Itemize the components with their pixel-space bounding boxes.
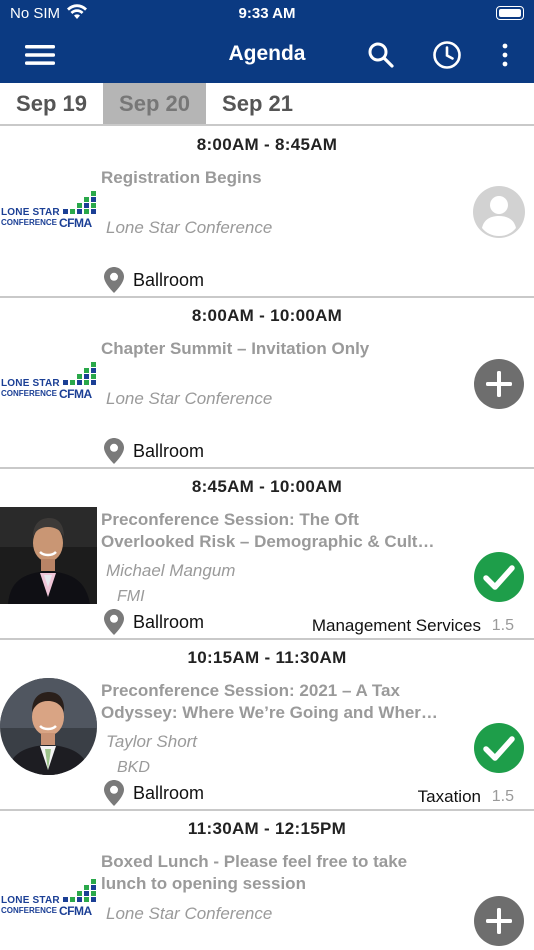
app-header: No SIM 9:33 AM Agenda [0, 0, 534, 83]
location-label: Ballroom [133, 611, 205, 632]
session-title-line1: Preconference Session: 2021 – A Tax [101, 681, 400, 700]
conference-logo: LONE STAR CONFERENCE CFMA [0, 879, 98, 919]
session-card[interactable]: 10:15AM - 11:30AM Preconference Session:… [0, 640, 534, 811]
tab-sep-19[interactable]: Sep 19 [0, 83, 103, 124]
tab-sep-20[interactable]: Sep 20 [103, 83, 206, 124]
logo-text-line2: CONFERENCE [1, 389, 58, 398]
battery-icon [496, 6, 524, 20]
add-icon[interactable] [473, 358, 525, 410]
location-label: Ballroom [133, 440, 205, 461]
session-title: Registration Begins [101, 168, 262, 187]
session-speaker: Michael Mangum [106, 561, 236, 580]
logo-text-line2: CONFERENCE [1, 218, 58, 227]
speaker-photo [0, 507, 97, 604]
clock-button[interactable] [430, 38, 464, 72]
session-credits: 1.5 [491, 617, 514, 634]
session-card[interactable]: 8:45AM - 10:00AM Preconference Session: … [0, 469, 534, 640]
clock-icon [433, 41, 461, 69]
session-title-line2: Odyssey: Where We’re Going and Wher… [101, 703, 438, 722]
session-location: Ballroom [104, 780, 204, 806]
session-card[interactable]: 8:00AM - 8:45AM LONE STAR CONFERENCE CFM… [0, 127, 534, 298]
check-icon[interactable] [473, 722, 525, 774]
location-label: Ballroom [133, 269, 205, 290]
session-card[interactable]: 8:00AM - 10:00AM LONE STAR CONFERENCE CF… [0, 298, 534, 469]
location-pin-icon [104, 438, 124, 464]
session-time: 10:15AM - 11:30AM [187, 648, 347, 667]
check-icon[interactable] [473, 551, 525, 603]
session-location: Ballroom [104, 438, 204, 464]
navigation-bar: Agenda [0, 30, 534, 80]
status-bar: No SIM 9:33 AM [0, 0, 534, 28]
session-time: 8:00AM - 10:00AM [191, 306, 343, 325]
location-label: Ballroom [133, 782, 205, 803]
conference-logo: LONE STAR CONFERENCE CFMA [0, 362, 98, 402]
session-card[interactable]: 11:30AM - 12:15PM LONE STAR CONFERENCE C… [0, 811, 534, 950]
session-title: Chapter Summit – Invitation Only [101, 339, 370, 358]
search-button[interactable] [364, 38, 398, 72]
logo-grid-icon [63, 191, 96, 214]
session-title-line2: lunch to opening session [101, 874, 306, 893]
user-placeholder-icon[interactable] [473, 186, 525, 238]
logo-grid-icon [63, 879, 96, 902]
logo-text-cfma: CFMA [59, 387, 92, 401]
more-options-button[interactable] [488, 38, 522, 72]
logo-text-cfma: CFMA [59, 904, 92, 918]
session-time: 11:30AM - 12:15PM [187, 819, 347, 838]
logo-grid-icon [63, 362, 96, 385]
more-vertical-icon [502, 43, 508, 67]
session-location: Ballroom [104, 609, 204, 635]
session-credits: 1.5 [491, 788, 514, 805]
add-icon[interactable] [473, 895, 525, 947]
speaker-portrait-taylor [0, 678, 97, 775]
speaker-organization: BKD [117, 759, 150, 776]
location-pin-icon [104, 780, 124, 806]
location-pin-icon [104, 267, 124, 293]
logo-text-cfma: CFMA [59, 216, 92, 230]
session-track: Management Services [311, 616, 481, 635]
status-time: 9:33 AM [238, 5, 296, 22]
session-speaker: Lone Star Conference [106, 904, 273, 923]
session-title-line2: Overlooked Risk – Demographic & Cult… [101, 532, 435, 551]
session-title-line1: Preconference Session: The Oft [101, 510, 359, 529]
logo-text-line1: LONE STAR [1, 378, 60, 389]
session-time: 8:00AM - 8:45AM [196, 135, 338, 154]
session-location: Ballroom [104, 267, 204, 293]
session-time: 8:45AM - 10:00AM [191, 477, 343, 496]
location-pin-icon [104, 609, 124, 635]
date-tabs: Sep 19 Sep 20 Sep 21 [0, 83, 534, 126]
speaker-organization: FMI [117, 588, 145, 605]
logo-text-line1: LONE STAR [1, 207, 60, 218]
session-title-line1: Boxed Lunch - Please feel free to take [101, 852, 408, 871]
conference-logo: LONE STAR CONFERENCE CFMA [0, 191, 98, 231]
tab-sep-21[interactable]: Sep 21 [206, 83, 309, 124]
speaker-portrait-michael [0, 507, 97, 604]
session-speaker: Lone Star Conference [106, 389, 273, 408]
session-speaker: Lone Star Conference [106, 218, 273, 237]
speaker-photo [0, 678, 97, 775]
logo-text-line2: CONFERENCE [1, 906, 58, 915]
search-icon [368, 42, 394, 68]
session-speaker: Taylor Short [106, 732, 198, 751]
session-track: Taxation [417, 787, 481, 806]
logo-text-line1: LONE STAR [1, 895, 60, 906]
